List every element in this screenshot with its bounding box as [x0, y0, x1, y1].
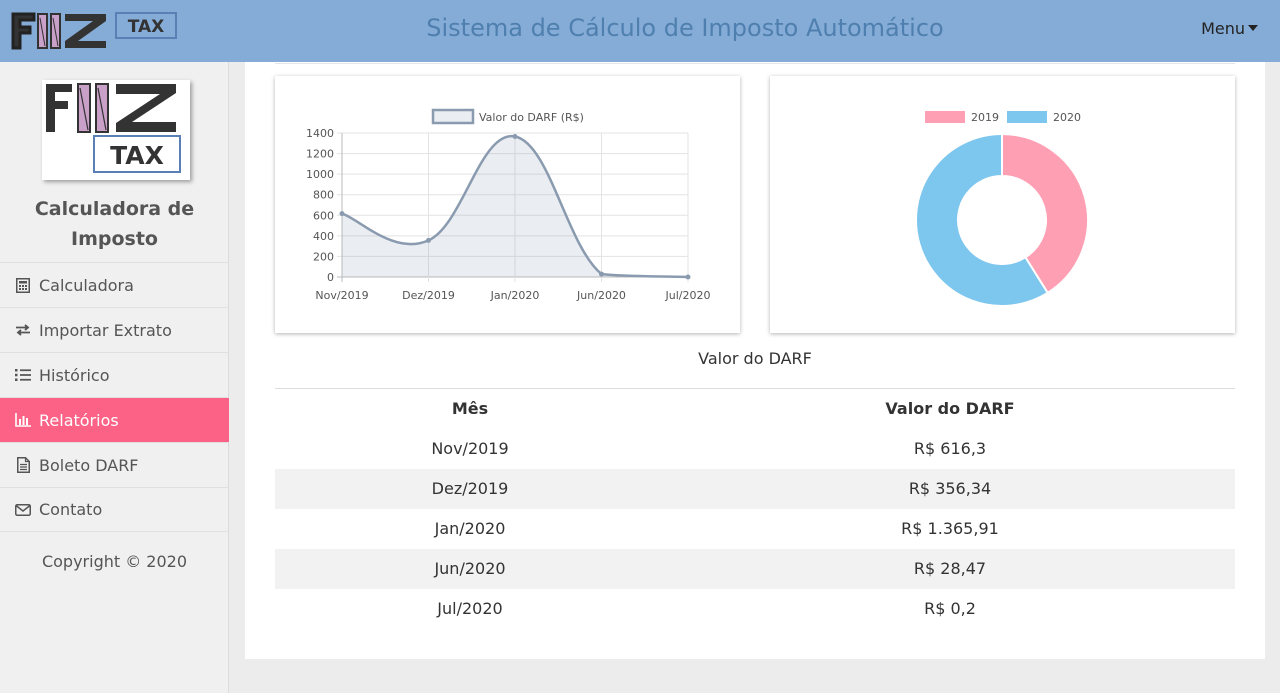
sidebar: TAX Calculadora de Imposto Calculadora I… — [0, 62, 229, 693]
x-tick-label: Jan/2020 — [490, 289, 540, 302]
x-tick-label: Jun/2020 — [576, 289, 626, 302]
sidebar-item-label: Contato — [39, 500, 103, 519]
value-cell: R$ 1.365,91 — [901, 519, 999, 538]
x-tick-label: Jul/2020 — [665, 289, 711, 302]
data-point — [426, 237, 431, 243]
month-cell: Jan/2020 — [434, 519, 506, 538]
data-point — [599, 271, 604, 277]
y-tick-label: 600 — [313, 209, 334, 222]
legend-label: 2019 — [971, 111, 999, 124]
value-cell: R$ 356,34 — [908, 479, 992, 498]
sidebar-item-label: Relatórios — [39, 410, 119, 430]
month-cell: Jul/2020 — [437, 599, 503, 618]
list-icon — [14, 367, 32, 383]
y-tick-label: 1400 — [306, 127, 334, 140]
y-tick-label: 1000 — [306, 168, 334, 181]
divider — [275, 63, 1235, 64]
calculator-icon — [14, 277, 32, 293]
donut-chart-card: 2019 2020 — [770, 76, 1235, 333]
legend-swatch — [1007, 111, 1047, 123]
y-tick-label: 0 — [327, 271, 334, 284]
table-caption: Valor do DARF — [698, 349, 812, 368]
page-title: Sistema de Cálculo de Imposto Automático — [426, 14, 944, 42]
sidebar-item-label: Importar Extrato — [39, 320, 172, 340]
line-chart[interactable]: 0 200 400 600 800 1000 1200 1400 Nov/2019 Dez/201… — [275, 76, 740, 333]
legend-swatch — [431, 108, 475, 125]
sidebar-logo-text: TAX — [110, 141, 164, 170]
value-cell: R$ 616,3 — [913, 439, 987, 458]
y-tick-label: 1200 — [306, 148, 334, 161]
table-row: Dez/2019 R$ 356,34 — [275, 468, 1235, 509]
sidebar-item-calculadora[interactable]: Calculadora — [0, 262, 229, 307]
sidebar-item-contato[interactable]: Contato — [0, 487, 229, 532]
line-chart-card: 0 200 400 600 800 1000 1200 1400 Nov/2019 Dez/201… — [275, 76, 740, 333]
table-row: Jan/2020 R$ 1.365,91 — [275, 509, 1235, 549]
column-header-mes: Mês — [451, 399, 489, 419]
value-cell: R$ 0,2 — [924, 599, 976, 618]
menu-label: Menu — [1201, 19, 1245, 38]
value-cell: R$ 28,47 — [913, 559, 987, 578]
month-cell: Jun/2020 — [434, 559, 506, 578]
sidebar-logo: TAX — [42, 80, 190, 180]
data-point — [685, 274, 691, 280]
top-navbar: TAX Sistema de Cálculo de Imposto Automá… — [0, 0, 1280, 62]
legend-label: 2020 — [1053, 111, 1081, 124]
month-cell: Dez/2019 — [431, 479, 509, 498]
document-icon — [14, 457, 32, 473]
data-point — [339, 211, 345, 217]
menu-dropdown-button[interactable]: Menu — [1201, 19, 1258, 38]
sidebar-item-relatorios[interactable]: Relatórios — [0, 397, 229, 442]
darf-table: Mês Valor do DARF Nov/2019 R$ 616,3 Dez/2… — [275, 388, 1235, 629]
x-tick-label: Nov/2019 — [315, 289, 368, 302]
table-row: Jun/2020 R$ 28,47 — [275, 548, 1235, 589]
sidebar-item-label: Histórico — [39, 365, 110, 385]
sidebar-nav: Calculadora Importar Extrato Histórico R… — [0, 262, 229, 532]
copyright-text: Copyright © 2020 — [41, 552, 188, 571]
exchange-icon — [14, 322, 32, 338]
column-header-valor: Valor do DARF — [885, 399, 1015, 419]
area-fill — [342, 136, 688, 277]
sidebar-item-importar-extrato[interactable]: Importar Extrato — [0, 307, 229, 352]
sidebar-item-label: Calculadora — [39, 275, 134, 295]
y-tick-label: 400 — [313, 230, 334, 243]
main-content: 0 200 400 600 800 1000 1200 1400 Nov/2019 Dez/201… — [245, 62, 1265, 659]
donut-chart[interactable]: 2019 2020 — [770, 76, 1235, 333]
legend-swatch — [925, 111, 965, 123]
month-cell: Nov/2019 — [431, 439, 509, 458]
sidebar-item-boleto-darf[interactable]: Boleto DARF — [0, 442, 229, 487]
sidebar-item-label: Boleto DARF — [39, 455, 139, 475]
data-point — [512, 134, 518, 140]
sidebar-title: Calculadora de Imposto — [34, 198, 195, 250]
x-tick-label: Dez/2019 — [402, 289, 455, 302]
y-tick-label: 200 — [313, 250, 334, 263]
table-header-row: Mês Valor do DARF — [275, 389, 1235, 429]
table-row: Nov/2019 R$ 616,3 — [275, 429, 1235, 469]
caret-down-icon — [1248, 25, 1258, 31]
legend-label: Valor do DARF (R$) — [479, 111, 584, 124]
table-row: Jul/2020 R$ 0,2 — [275, 589, 1235, 629]
y-tick-label: 800 — [313, 189, 334, 202]
sidebar-item-historico[interactable]: Histórico — [0, 352, 229, 397]
envelope-icon — [14, 502, 32, 518]
bar-chart-icon — [14, 412, 32, 428]
